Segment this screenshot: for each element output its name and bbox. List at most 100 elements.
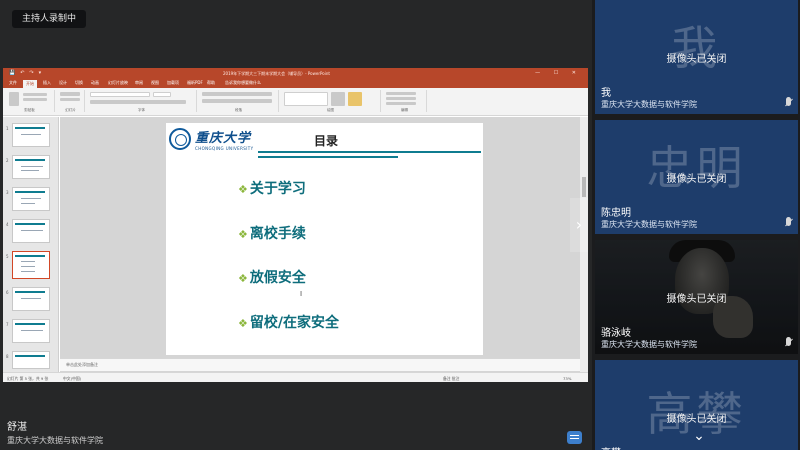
avatar: 我 [671, 21, 722, 75]
menu-tab-help[interactable]: 帮助 [207, 80, 215, 86]
menu-tab-review[interactable]: 审阅 [135, 80, 143, 86]
menu-tab-addins[interactable]: 加载项 [167, 80, 179, 86]
logo-english-name: CHONGQING UNIVERSITY [195, 146, 254, 151]
title-divider [258, 151, 481, 153]
chevron-down-icon[interactable]: ⌄ [689, 428, 709, 444]
seal-icon [169, 128, 191, 150]
align-buttons[interactable] [202, 99, 272, 103]
arrange-button[interactable] [331, 92, 345, 106]
paste-button[interactable] [9, 92, 19, 106]
find-button[interactable] [386, 92, 416, 95]
bullet-icon: ❖ [238, 317, 248, 330]
shared-powerpoint-window[interactable]: 💾↶↷▾ 2019年下学期大三下期末学期大会（辅导员）- PowerPoint … [3, 68, 588, 382]
chevron-right-icon[interactable]: › [570, 198, 588, 252]
slide-editor[interactable]: 重庆大学 CHONGQING UNIVERSITY 目录 ❖ 关于学习 ❖ 离校手续… [60, 117, 580, 372]
slide-thumbnail[interactable]: 1 [6, 123, 50, 147]
menu-tab-slideshow[interactable]: 幻灯片放映 [108, 80, 128, 86]
ribbon-group-label: 绘图 [327, 108, 334, 112]
slide-thumbnail[interactable]: 7 [6, 319, 50, 343]
font-size-select[interactable] [153, 92, 171, 97]
ribbon-group-font: 字体 [87, 90, 197, 112]
participant-org: 重庆大学大数据与软件学院 [601, 100, 697, 109]
replace-button[interactable] [386, 97, 416, 100]
text-cursor-icon: I [300, 290, 303, 298]
font-name-select[interactable] [90, 92, 150, 97]
notes-pane[interactable]: 单击此处添加备注 [60, 358, 580, 371]
main-stage: 主持人录制中 💾↶↷▾ 2019年下学期大三下期末学期大会（辅导员）- Powe… [0, 0, 592, 450]
toc-item: ❖ 关于学习 [238, 178, 306, 198]
ribbon-group-slides: 幻灯片 [57, 90, 85, 112]
recording-badge: 主持人录制中 [12, 10, 87, 28]
menu-tab-design[interactable]: 设计 [59, 80, 67, 86]
ppt-titlebar: 💾↶↷▾ 2019年下学期大三下期末学期大会（辅导员）- PowerPoint … [3, 68, 588, 79]
cut-button[interactable] [23, 93, 47, 96]
current-slide[interactable]: 重庆大学 CHONGQING UNIVERSITY 目录 ❖ 关于学习 ❖ 离校手续… [166, 123, 483, 355]
quick-access-icons[interactable]: 💾↶↷▾ [9, 68, 46, 79]
ribbon-group-clipboard: 剪贴板 [5, 90, 55, 112]
slide-thumbnail[interactable]: 3 [6, 187, 50, 211]
menu-tab-insert[interactable]: 插入 [43, 80, 51, 86]
slide-title: 目录 [314, 134, 339, 148]
tell-me-search[interactable]: 告诉我你想要做什么 [225, 80, 261, 86]
ribbon-group-label: 字体 [138, 108, 145, 112]
toc-item: ❖ 放假安全 [238, 267, 306, 287]
menu-tab-animations[interactable]: 动画 [91, 80, 99, 86]
participant-org: 重庆大学大数据与软件学院 [601, 220, 697, 229]
meeting-window: 主持人录制中 💾↶↷▾ 2019年下学期大三下期末学期大会（辅导员）- Powe… [0, 0, 800, 450]
mic-muted-icon [786, 217, 791, 226]
menu-tab-foxit[interactable]: 福昕PDF [187, 80, 203, 86]
ribbon-group-label: 幻灯片 [65, 108, 76, 112]
ribbon-group-label: 编辑 [401, 108, 408, 112]
slide-thumbnail-selected[interactable]: 5 [6, 251, 50, 279]
chat-icon[interactable] [567, 431, 582, 444]
slide-counter: 幻灯片 第 5 张，共 9 张 [7, 376, 49, 381]
university-logo: 重庆大学 CHONGQING UNIVERSITY [168, 126, 256, 154]
quick-styles-button[interactable] [348, 92, 362, 106]
camera-off-status: 摄像头已关闭 [666, 174, 727, 185]
slide-thumbnail[interactable]: 4 [6, 219, 50, 243]
select-button[interactable] [386, 102, 416, 105]
list-buttons[interactable] [202, 92, 272, 96]
window-controls[interactable]: — ☐ ✕ [535, 68, 582, 79]
ppt-ribbon: 剪贴板 幻灯片 字体 段落 绘图 编辑 [3, 88, 588, 116]
slide-thumbnail[interactable]: 6 [6, 287, 50, 311]
zoom-level[interactable]: 73% [563, 376, 571, 381]
font-format-buttons[interactable] [90, 100, 186, 104]
bullet-icon: ❖ [238, 183, 248, 196]
ppt-menubar: 文件 开始 插入 设计 切换 动画 幻灯片放映 审阅 视图 加载项 福昕PDF … [3, 79, 588, 88]
avatar: 忠明 [646, 141, 747, 195]
participant-name: 我 [601, 88, 611, 99]
mic-muted-icon [786, 97, 791, 106]
ppt-window-title: 2019年下学期大三下期末学期大会（辅导员）- PowerPoint [223, 71, 330, 76]
slide-thumbnail[interactable]: 2 [6, 155, 50, 179]
participant-tile[interactable]: 忠明 摄像头已关闭 陈忠明 重庆大学大数据与软件学院 [595, 120, 798, 234]
participant-name: 陈忠明 [601, 208, 631, 219]
menu-tab-view[interactable]: 视图 [151, 80, 159, 86]
menu-tab-home[interactable]: 开始 [23, 80, 37, 88]
participant-org: 重庆大学大数据与软件学院 [601, 340, 697, 349]
language-indicator: 中文(中国) [63, 376, 82, 381]
menu-tab-file[interactable]: 文件 [9, 80, 17, 86]
participant-name: 高攀 [601, 444, 621, 450]
bullet-icon: ❖ [238, 228, 248, 241]
shapes-gallery[interactable] [284, 92, 328, 106]
toc-item-label: 留校/在家安全 [249, 315, 339, 331]
copy-button[interactable] [23, 98, 47, 101]
ribbon-group-drawing: 绘图 [281, 90, 381, 112]
layout-button[interactable] [60, 98, 80, 101]
slide-thumbnail-pane: 1 2 3 4 5 6 7 8 [3, 117, 59, 372]
new-slide-button[interactable] [60, 92, 80, 96]
toc-item: ❖ 留校/在家安全 [238, 312, 339, 332]
participants-panel: 我 摄像头已关闭 我 重庆大学大数据与软件学院 忠明 摄像头已关闭 陈忠明 重庆… [592, 0, 800, 450]
participant-tile[interactable]: 摄像头已关闭 骆泳岐 重庆大学大数据与软件学院 [595, 240, 798, 354]
active-speaker-org: 重庆大学大数据与软件学院 [7, 436, 103, 445]
participant-tile[interactable]: 我 摄像头已关闭 我 重庆大学大数据与软件学院 [595, 0, 798, 114]
ribbon-group-label: 段落 [235, 108, 242, 112]
logo-chinese-name: 重庆大学 [195, 131, 252, 146]
slide-thumbnail[interactable]: 8 [6, 351, 50, 369]
menu-tab-transitions[interactable]: 切换 [75, 80, 83, 86]
ppt-statusbar: 幻灯片 第 5 张，共 9 张 中文(中国) 备注 批注 73% [3, 372, 588, 382]
ribbon-group-editing: 编辑 [383, 90, 427, 112]
scrollbar-thumb[interactable] [582, 177, 586, 197]
notes-comments-toggle[interactable]: 备注 批注 [443, 376, 459, 382]
